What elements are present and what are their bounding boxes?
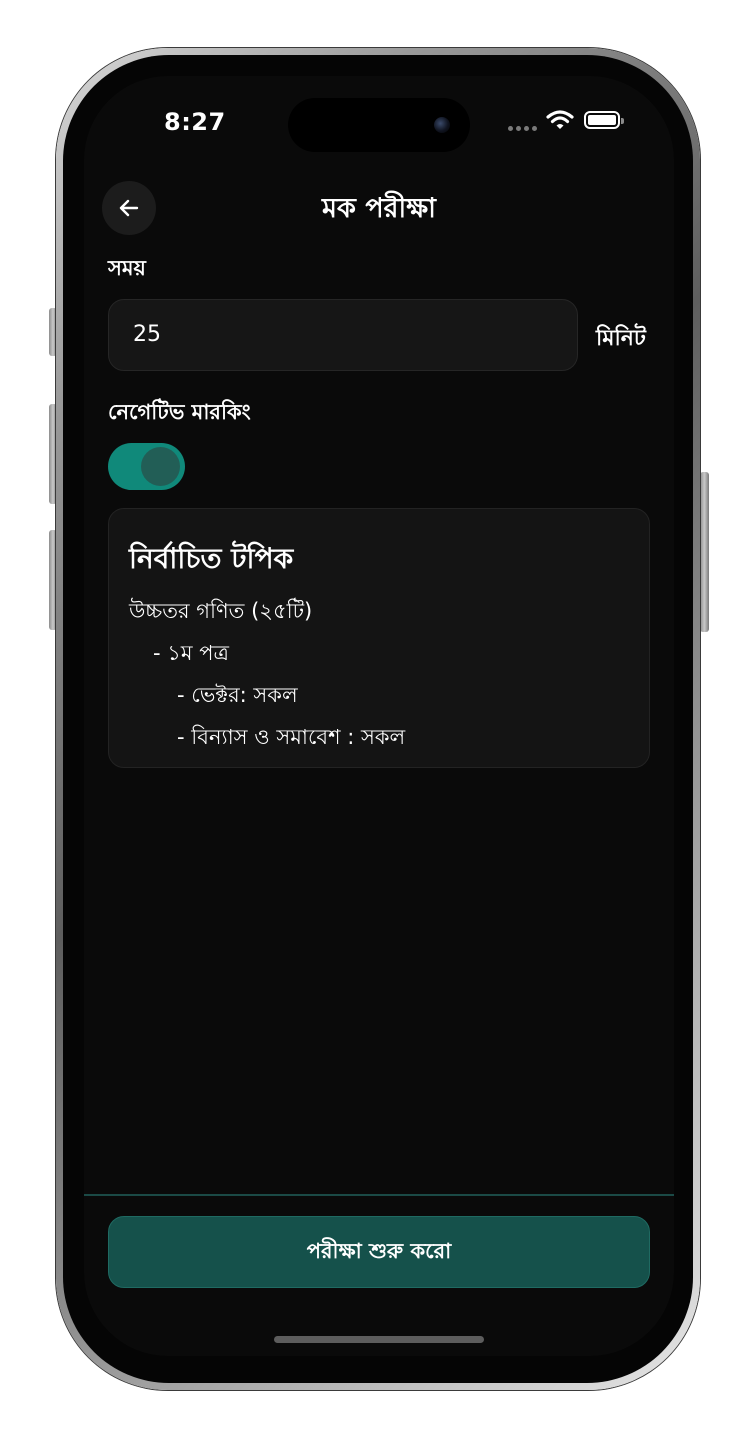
list-item: - ১ম পত্র (153, 641, 229, 665)
home-indicator (274, 1336, 484, 1343)
list-item: - ভেক্টর: সকল (177, 683, 298, 707)
page-title: মক পরীক্ষা (322, 193, 436, 224)
toggle-knob (141, 447, 180, 486)
dynamic-island (288, 98, 470, 152)
negative-marking-label: নেগেটিভ মারকিং (108, 400, 251, 424)
selected-topics-card: নির্বাচিত টপিক উচ্চতর গণিত (২৫টি) - ১ম প… (108, 508, 650, 768)
wifi-icon (546, 110, 574, 129)
cellular-signal-icon (508, 126, 538, 132)
app-screen: 8:27 মক পরীক্ষা সময় 25 মিনিট নেগেটিভ মা… (84, 76, 674, 1356)
time-label: সময় (108, 256, 146, 280)
time-unit-label: মিনিট (596, 326, 646, 351)
list-item: উচ্চতর গণিত (২৫টি) (129, 599, 313, 623)
power-button-hardware (700, 472, 709, 632)
card-title: নির্বাচিত টপিক (129, 542, 294, 575)
negative-marking-toggle[interactable] (108, 443, 185, 490)
time-input-value: 25 (133, 322, 161, 347)
status-time: 8:27 (164, 108, 226, 136)
list-item: - বিন্যাস ও সমাবেশ : সকল (177, 725, 406, 749)
camera-icon (434, 117, 450, 133)
start-exam-button[interactable]: পরীক্ষা শুরু করো (108, 1216, 650, 1288)
footer-divider (84, 1194, 674, 1196)
time-input[interactable]: 25 (108, 299, 578, 371)
battery-icon (584, 111, 624, 129)
